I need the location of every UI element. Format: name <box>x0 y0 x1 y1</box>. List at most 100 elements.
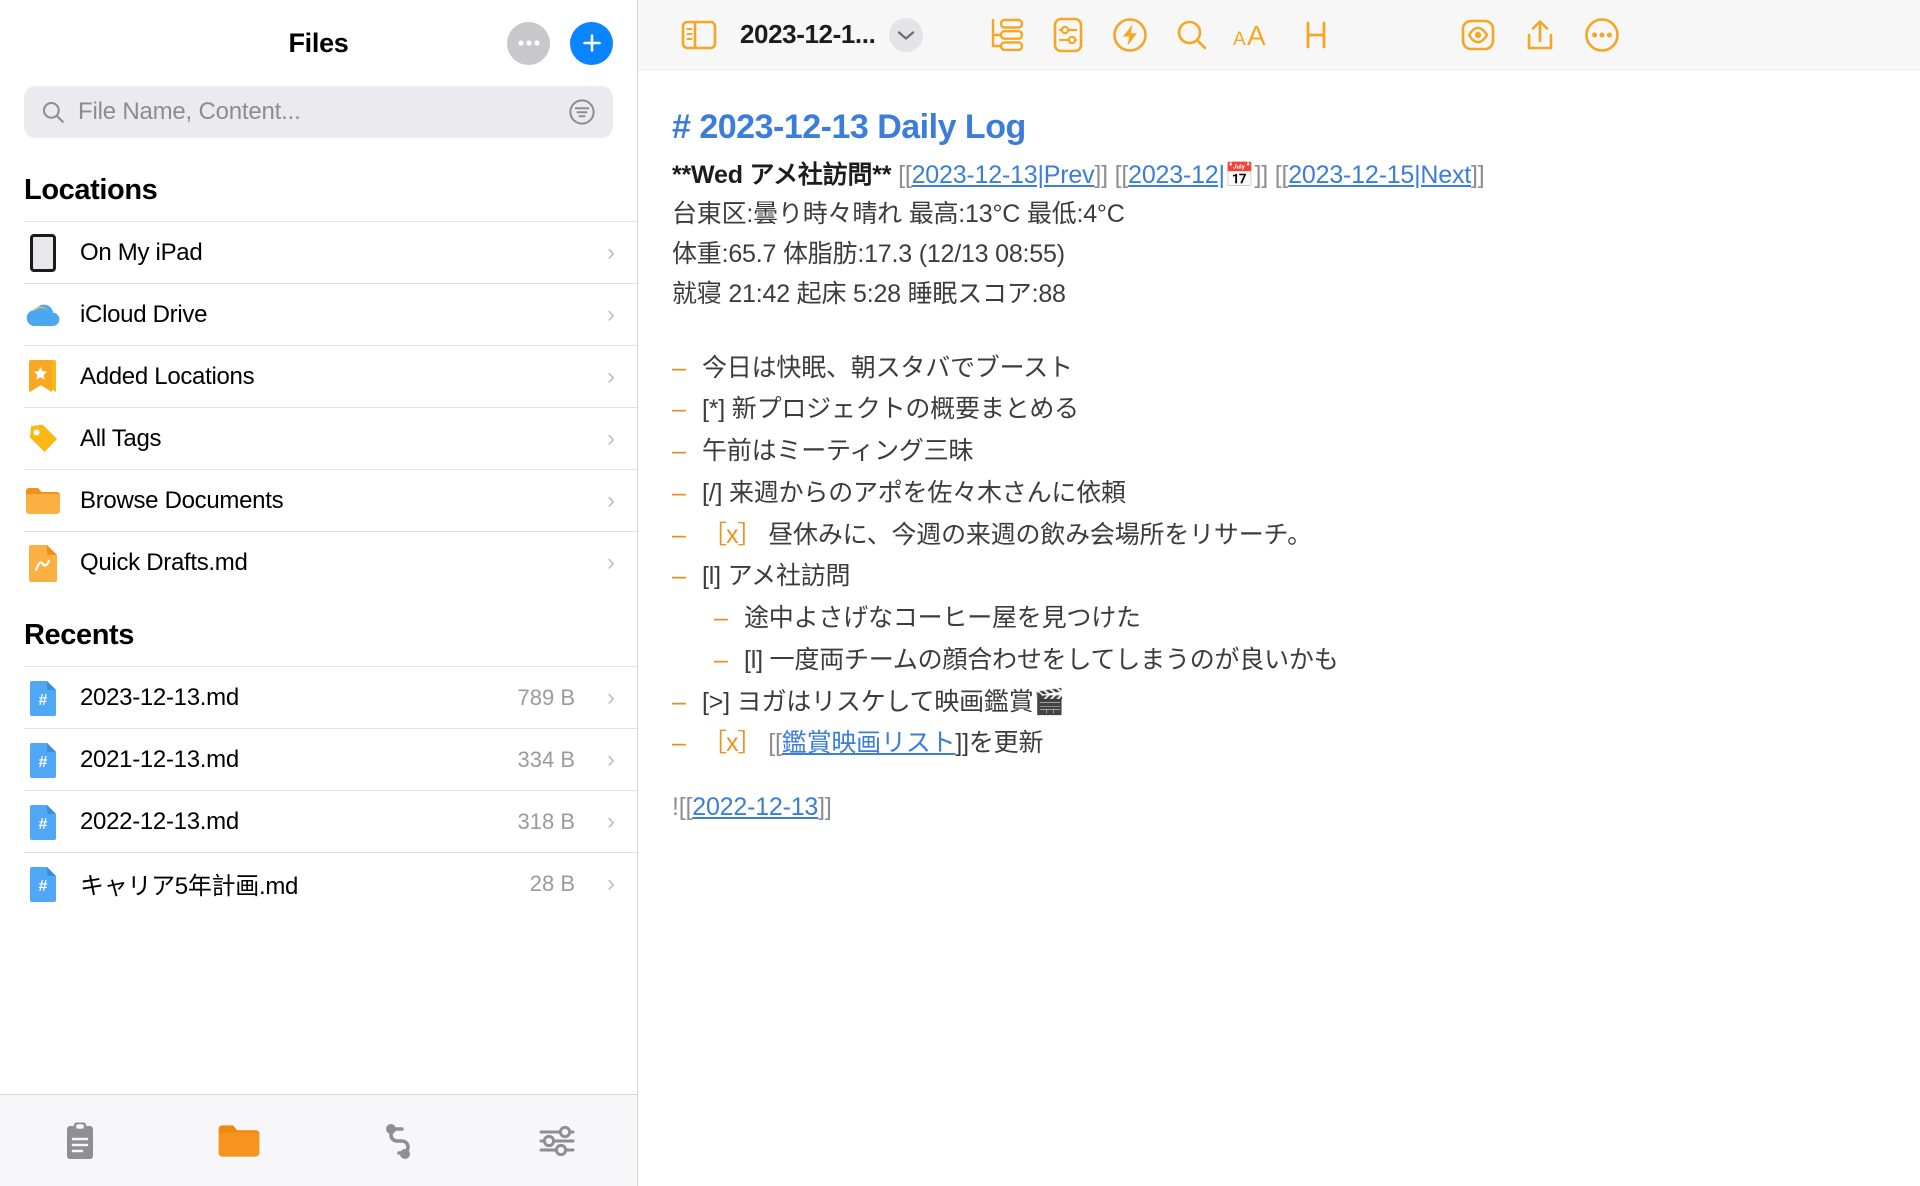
share-icon <box>1528 19 1553 49</box>
list-item[interactable]: – [*] 新プロジェクトの概要まとめる <box>672 393 1886 427</box>
markdown-file-icon: # <box>24 863 62 905</box>
filter-icon[interactable] <box>567 97 597 127</box>
chevron-right-icon: › <box>607 486 615 514</box>
list-item-text: ［x］ 昼休みに、今週の来週の飲み会場所をリサーチ。 <box>702 519 1312 553</box>
sidebar-item-label: Added Locations <box>80 362 255 390</box>
settings-tab[interactable] <box>478 1123 637 1159</box>
sidebar-item-icloud-drive[interactable]: iCloud Drive › <box>24 283 637 345</box>
clipboard-tab[interactable] <box>0 1121 159 1161</box>
list-item[interactable]: # 2023-12-13.md 789 B › <box>24 666 637 728</box>
locations-heading: Locations <box>24 174 158 206</box>
more-button[interactable] <box>507 21 550 65</box>
more-button[interactable] <box>1571 4 1633 66</box>
sidebar-scroll[interactable]: Locations On My iPad › iCloud Drive › Ad… <box>0 156 637 1094</box>
bullet-dash: – <box>672 437 686 465</box>
folder-icon <box>218 1124 260 1157</box>
text-size-button[interactable]: A A <box>1223 4 1285 66</box>
embed-line: ![[2022-12-13]] <box>672 791 1886 825</box>
document-body[interactable]: # 2023-12-13 Daily Log **Wed アメ社訪問** [[2… <box>638 70 1920 1186</box>
calendar-icon: 📅 <box>1224 161 1255 189</box>
add-button[interactable] <box>570 21 613 65</box>
sidebar-item-browse-documents[interactable]: Browse Documents › <box>24 469 637 531</box>
list-item[interactable]: – [l] アメ社訪問 <box>672 560 1886 594</box>
heading-button[interactable] <box>1285 4 1347 66</box>
list-item[interactable]: # キャリア5年計画.md 28 B › <box>24 852 637 914</box>
list-item[interactable]: # 2021-12-13.md 334 B › <box>24 728 637 790</box>
search-input[interactable]: File Name, Content... <box>24 86 613 138</box>
list-item-text: 今日は快眠、朝スタバでブースト <box>702 352 1073 386</box>
task-marker[interactable]: [l] <box>702 562 721 590</box>
list-item[interactable]: – ［x］ [[鑑賞映画リスト]]を更新 <box>672 727 1886 761</box>
link-next[interactable]: 2023-12-15|Next <box>1288 161 1471 189</box>
svg-text:#: # <box>39 816 48 833</box>
list-item[interactable]: – ［x］ 昼休みに、今週の来週の飲み会場所をリサーチ。 <box>672 519 1886 553</box>
list-item[interactable]: – 今日は快眠、朝スタバでブースト <box>672 352 1886 386</box>
share-button[interactable] <box>1509 4 1571 66</box>
list-item[interactable]: # 2022-12-13.md 318 B › <box>24 790 637 852</box>
list-item[interactable]: – [/] 来週からのアポを佐々木さんに依頼 <box>672 477 1886 511</box>
bullet-dash: – <box>714 604 728 632</box>
sidebar-tabbar <box>0 1094 637 1186</box>
preview-button[interactable] <box>1447 4 1509 66</box>
sidebar-item-added-locations[interactable]: Added Locations › <box>24 345 637 407</box>
task-text: 昼休みに、今週の来週の飲み会場所をリサーチ。 <box>761 520 1312 549</box>
more-horizontal-icon <box>517 40 540 46</box>
task-text: 一度両チームの顔合わせをしてしまうのが良いかも <box>762 645 1339 674</box>
document-settings-icon <box>1054 17 1083 52</box>
sidebar-toggle-button[interactable] <box>668 4 730 66</box>
file-size: 28 B <box>529 870 575 896</box>
document-settings-button[interactable] <box>1037 4 1099 66</box>
outline-button[interactable] <box>975 4 1037 66</box>
chevron-right-icon: › <box>607 424 615 452</box>
actions-button[interactable] <box>1099 4 1161 66</box>
search-button[interactable] <box>1161 4 1223 66</box>
body-stats-line: 体重:65.7 体脂肪:17.3 (12/13 08:55) <box>672 240 1065 268</box>
editor-toolbar: 2023-12-1... A A <box>638 0 1920 70</box>
task-text: 新プロジェクトの概要まとめる <box>725 395 1079 424</box>
search-icon <box>1178 20 1207 49</box>
link-movie-list[interactable]: 鑑賞映画リスト <box>782 729 956 757</box>
task-checkbox-done[interactable]: ［x］ <box>702 729 763 757</box>
chevron-down-icon <box>898 30 915 40</box>
bullet-dash: – <box>672 687 686 716</box>
eye-preview-icon <box>1462 19 1495 50</box>
svg-text:#: # <box>39 878 48 895</box>
task-marker[interactable]: [>] <box>702 688 730 716</box>
link-embed-2022[interactable]: 2022-12-13 <box>692 793 818 821</box>
bullet-dash: – <box>714 645 728 674</box>
nav-next-close: ]] <box>1471 160 1485 189</box>
link-prev[interactable]: 2023-12-13|Prev <box>912 161 1095 189</box>
svg-text:#: # <box>39 754 48 771</box>
recents-heading: Recents <box>24 619 135 651</box>
link-month[interactable]: 2023-12| <box>1128 161 1225 189</box>
clipboard-icon <box>66 1122 93 1159</box>
list-item[interactable]: – [>] ヨガはリスケして映画鑑賞🎬 <box>672 686 1886 720</box>
markdown-file-icon: # <box>24 739 62 781</box>
list-item-label: 2021-12-13.md <box>80 745 239 773</box>
tag-icon <box>24 418 62 460</box>
task-marker[interactable]: [l] <box>744 646 763 674</box>
task-marker[interactable]: [/] <box>702 479 722 507</box>
sidebar-item-quick-drafts[interactable]: Quick Drafts.md › <box>24 531 637 593</box>
list-item[interactable]: – 途中よさげなコーヒー屋を見つけた <box>714 602 1886 636</box>
list-item[interactable]: – [l] 一度両チームの顔合わせをしてしまうのが良いかも <box>714 644 1886 678</box>
chevron-right-icon: › <box>607 869 615 897</box>
list-item-text: [>] ヨガはリスケして映画鑑賞🎬 <box>702 686 1065 720</box>
chevron-right-icon: › <box>607 683 615 711</box>
sliders-icon <box>539 1125 575 1156</box>
task-checkbox-done[interactable]: ［x］ <box>702 521 763 549</box>
task-marker[interactable]: [*] <box>702 395 725 423</box>
folder-icon <box>24 480 62 522</box>
bullet-dash: – <box>672 562 686 591</box>
sidebar-item-all-tags[interactable]: All Tags › <box>24 407 637 469</box>
sidebar-item-on-my-ipad[interactable]: On My iPad › <box>24 221 637 283</box>
bookmark-star-icon <box>24 356 62 398</box>
workflow-tab[interactable] <box>319 1121 478 1161</box>
document-menu-button[interactable] <box>889 17 924 52</box>
search-section: File Name, Content... <box>0 86 637 156</box>
files-tab[interactable] <box>159 1123 318 1159</box>
list-item[interactable]: – 午前はミーティング三昧 <box>672 435 1886 469</box>
document-title[interactable]: 2023-12-1... <box>740 19 876 50</box>
bullet-dash: – <box>672 729 686 758</box>
nav-prev-open: [[ <box>891 160 912 189</box>
